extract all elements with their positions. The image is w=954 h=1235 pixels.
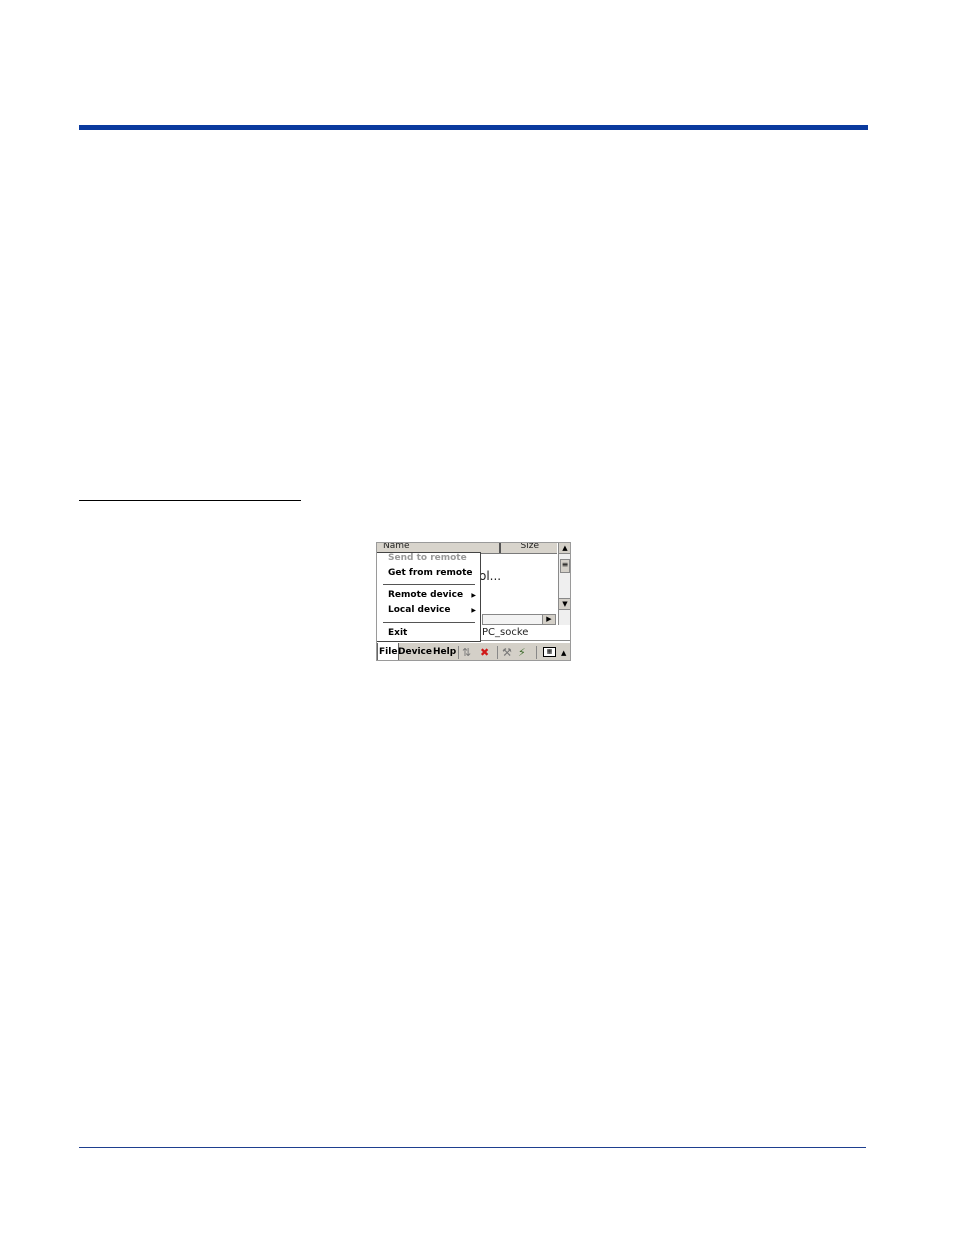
header-rule: [79, 125, 868, 130]
horizontal-scrollbar[interactable]: ▶: [482, 614, 556, 625]
menu-file[interactable]: File: [377, 643, 400, 660]
menu-item-get-from-remote[interactable]: Get from remote: [388, 568, 473, 578]
toolbar-separator: [536, 646, 537, 659]
column-header-size[interactable]: Size: [521, 543, 539, 551]
submenu-arrow-icon: ▶: [471, 592, 476, 599]
disconnect-icon[interactable]: ✖: [480, 646, 489, 659]
footer-rule: [79, 1147, 866, 1148]
footnote-rule: [79, 500, 301, 501]
menu-item-local-device[interactable]: Local device: [388, 605, 450, 615]
menu-item-exit[interactable]: Exit: [388, 628, 407, 638]
vertical-scrollbar[interactable]: ▲ ≡ ▼: [558, 543, 570, 625]
menu-item-remote-device[interactable]: Remote device: [388, 590, 463, 600]
tool-connect-icon[interactable]: ⚡: [518, 646, 526, 659]
scroll-up-icon[interactable]: ▲: [559, 543, 570, 554]
scroll-thumb[interactable]: ≡: [560, 559, 570, 573]
column-divider[interactable]: [499, 543, 501, 553]
device-screenshot: Name Size ▲ ≡ ▼ ol... ▶ PC_socke File De…: [376, 542, 571, 661]
scroll-right-icon[interactable]: ▶: [542, 615, 555, 624]
menu-separator: [383, 584, 475, 585]
menu-device[interactable]: Device: [398, 646, 432, 658]
list-item[interactable]: ol...: [479, 569, 501, 583]
menu-item-send-to-remote[interactable]: Send to remote: [388, 553, 467, 563]
toolbar-separator: [458, 646, 459, 659]
up-arrow-icon[interactable]: ▲: [561, 647, 566, 660]
menu-help[interactable]: Help: [433, 646, 456, 658]
tool-icon[interactable]: ⚒: [502, 646, 512, 659]
submenu-arrow-icon: ▶: [471, 607, 476, 614]
toolbar-separator: [497, 646, 498, 659]
status-text: PC_socke: [482, 627, 529, 638]
column-header-name[interactable]: Name: [383, 543, 410, 551]
file-menu-dropdown: Send to remote Get from remote Remote de…: [377, 552, 481, 642]
keyboard-icon[interactable]: ▦: [543, 647, 556, 657]
scroll-down-icon[interactable]: ▼: [559, 598, 570, 610]
menu-bar: File Device Help ⇅ ✖ ⚒ ⚡ ▦ ▲: [377, 642, 570, 660]
menu-separator: [383, 622, 475, 623]
transfer-icon[interactable]: ⇅: [462, 646, 471, 659]
